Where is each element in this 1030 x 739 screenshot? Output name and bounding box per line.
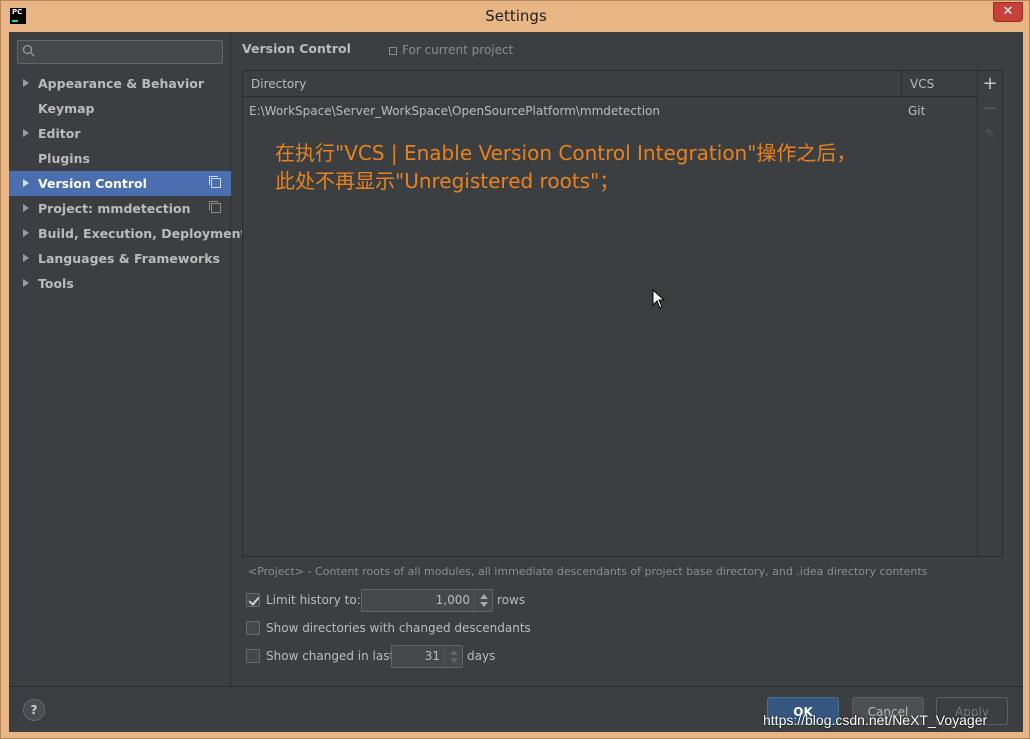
show-changed-label[interactable]: Show changed in last (266, 645, 394, 667)
edit-icon[interactable]: ✎ (978, 123, 1002, 147)
sidebar-item-label: Version Control (38, 176, 147, 191)
vcs-cell: Git (908, 104, 926, 118)
expand-arrow-icon[interactable] (23, 254, 29, 262)
table-toolbar: + − ✎ (978, 70, 1003, 557)
window-title: Settings (485, 7, 547, 25)
table-header: Directory VCS (243, 71, 977, 97)
history-limit-value[interactable]: 1,000 (436, 590, 470, 611)
vcs-roots-table[interactable]: Directory VCS E:\WorkSpace\Server_WorkSp… (242, 70, 978, 557)
project-scope-icon (209, 201, 221, 213)
sidebar: Appearance & Behavior Keymap Editor Plug… (9, 32, 246, 686)
show-dirs-option: Show directories with changed descendant… (246, 617, 566, 639)
directory-cell: E:\WorkSpace\Server_WorkSpace\OpenSource… (249, 104, 660, 118)
sidebar-item-keymap[interactable]: Keymap (9, 96, 231, 121)
sidebar-item-label: Languages & Frameworks (38, 251, 220, 266)
expand-arrow-icon[interactable] (23, 279, 29, 287)
page-title: Version Control (242, 41, 351, 56)
show-changed-option: Show changed in last 31 days (246, 645, 566, 668)
close-button[interactable]: ✕ (993, 2, 1023, 22)
main-panel: Version Control For current project Dire… (232, 32, 1023, 686)
mouse-cursor-icon (652, 289, 666, 309)
stepper-arrows-icon[interactable] (474, 590, 492, 611)
help-button[interactable]: ? (23, 699, 45, 721)
stepper-arrows-icon[interactable] (444, 646, 462, 667)
sidebar-item-appearance[interactable]: Appearance & Behavior (9, 71, 231, 96)
annotation-text: 在执行"VCS | Enable Version Control Integra… (275, 139, 856, 195)
sidebar-item-version-control[interactable]: Version Control (9, 171, 231, 196)
limit-history-option: Limit history to: 1,000 rows (246, 589, 566, 612)
roots-footnote: <Project> - Content roots of all modules… (248, 565, 928, 578)
annotation-line: 此处不再显示"Unregistered roots"； (275, 169, 620, 193)
sidebar-item-label: Keymap (38, 101, 95, 116)
settings-dialog: Appearance & Behavior Keymap Editor Plug… (9, 32, 1023, 732)
history-limit-stepper[interactable]: 1,000 (361, 589, 493, 612)
expand-arrow-icon[interactable] (23, 204, 29, 212)
add-icon[interactable]: + (978, 72, 1002, 96)
show-dirs-label[interactable]: Show directories with changed descendant… (266, 617, 531, 639)
project-scope-icon (209, 176, 221, 188)
sidebar-item-plugins[interactable]: Plugins (9, 146, 231, 171)
show-dirs-checkbox[interactable] (246, 621, 260, 635)
search-input[interactable] (17, 40, 223, 64)
table-row[interactable]: E:\WorkSpace\Server_WorkSpace\OpenSource… (243, 98, 977, 124)
limit-history-checkbox[interactable] (246, 593, 260, 607)
sidebar-item-tools[interactable]: Tools (9, 271, 231, 296)
expand-arrow-icon[interactable] (23, 229, 29, 237)
sidebar-item-editor[interactable]: Editor (9, 121, 231, 146)
scope-hint-label: For current project (402, 43, 514, 57)
column-header-directory[interactable]: Directory (243, 71, 902, 97)
title-bar[interactable]: PC Settings ✕ (1, 1, 1030, 32)
limit-history-unit: rows (497, 593, 526, 607)
sidebar-item-project[interactable]: Project: mmdetection (9, 196, 231, 221)
settings-tree: Appearance & Behavior Keymap Editor Plug… (9, 71, 246, 296)
scope-hint: For current project (389, 43, 513, 57)
sidebar-item-build[interactable]: Build, Execution, Deployment (9, 221, 246, 246)
sidebar-item-label: Plugins (38, 151, 90, 166)
sidebar-item-languages[interactable]: Languages & Frameworks (9, 246, 231, 271)
sidebar-item-label: Build, Execution, Deployment (38, 226, 247, 241)
watermark: https://blog.csdn.net/NeXT_Voyager (763, 712, 988, 728)
remove-icon[interactable]: − (978, 97, 1002, 121)
sidebar-item-label: Project: mmdetection (38, 201, 191, 216)
show-changed-unit: days (467, 649, 496, 663)
window-frame: PC Settings ✕ Appearance & Behavior Keym… (0, 0, 1030, 739)
search-icon (22, 44, 35, 57)
expand-arrow-icon[interactable] (23, 129, 29, 137)
column-header-vcs[interactable]: VCS (902, 71, 977, 97)
expand-arrow-icon[interactable] (23, 179, 29, 187)
expand-arrow-icon[interactable] (23, 79, 29, 87)
limit-history-label[interactable]: Limit history to: (266, 589, 361, 611)
changed-days-stepper[interactable]: 31 (391, 645, 463, 668)
project-scope-icon (389, 47, 397, 55)
sidebar-item-label: Tools (38, 276, 74, 291)
sidebar-item-label: Appearance & Behavior (38, 76, 204, 91)
annotation-line: 在执行"VCS | Enable Version Control Integra… (275, 141, 857, 165)
show-changed-checkbox[interactable] (246, 649, 260, 663)
sidebar-item-label: Editor (38, 126, 81, 141)
changed-days-value[interactable]: 31 (425, 646, 440, 667)
